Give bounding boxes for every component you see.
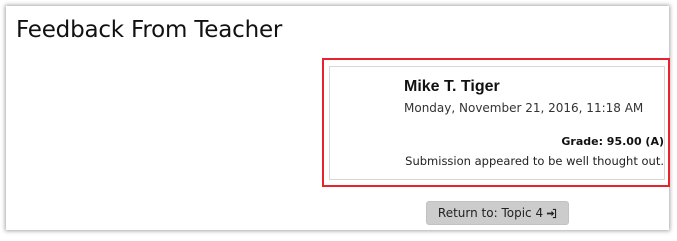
grade-label: Grade: 95.00 (A) [561,135,664,148]
page-title: Feedback From Teacher [16,17,283,43]
teacher-name: Mike T. Tiger [404,78,500,95]
return-to-topic-button[interactable]: Return to: Topic 4 [426,201,569,225]
feedback-comment: Submission appeared to be well thought o… [405,154,664,168]
return-button-label: Return to: Topic 4 [437,206,544,220]
feedback-date: Monday, November 21, 2016, 11:18 AM [404,101,644,115]
sign-in-icon [546,208,557,219]
